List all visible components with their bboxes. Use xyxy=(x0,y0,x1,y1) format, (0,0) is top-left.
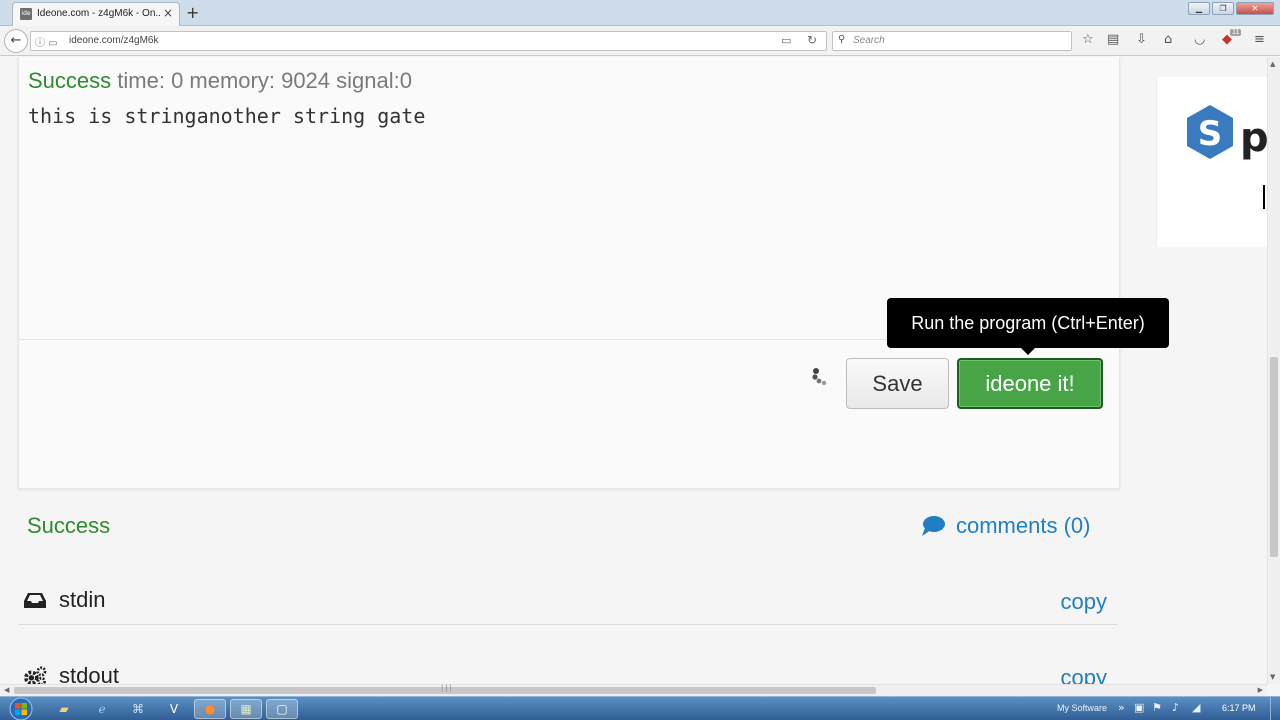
taskbar-window-icon[interactable]: ▢ xyxy=(266,699,298,719)
sidebar-advertisement[interactable]: S p xyxy=(1156,77,1267,247)
site-info-icon[interactable]: ⓘ ▭ xyxy=(35,34,58,49)
tray-volume-icon[interactable]: ♪ xyxy=(1172,701,1179,714)
maximize-window-button[interactable]: ❐ xyxy=(1212,2,1234,15)
text-cursor xyxy=(1263,185,1265,209)
save-button[interactable]: Save xyxy=(846,358,949,409)
browser-nav-bar: ← ⓘ ▭ ideone.com/z4gM6k ▭ ↻ ⚲ Search ☆ ▤… xyxy=(0,26,1280,56)
tray-expand-icon[interactable]: » xyxy=(1118,701,1125,714)
tray-device-icon[interactable]: ▣ xyxy=(1134,701,1144,714)
taskbar-firefox-icon[interactable]: ● xyxy=(194,699,226,719)
addon-notification-badge: 11 xyxy=(1230,29,1242,36)
scroll-down-arrow-icon[interactable]: ▼ xyxy=(1270,673,1275,681)
speech-bubble-icon xyxy=(922,516,945,536)
svg-text:S: S xyxy=(1198,114,1223,154)
stdin-copy-link[interactable]: copy xyxy=(1061,589,1107,615)
reading-list-icon[interactable]: ▤ xyxy=(1107,32,1119,47)
back-button[interactable]: ← xyxy=(4,29,28,53)
close-window-button[interactable]: ✕ xyxy=(1236,2,1274,15)
address-bar[interactable]: ⓘ ▭ ideone.com/z4gM6k ▭ ↻ xyxy=(30,31,827,51)
menu-hamburger-icon[interactable]: ≡ xyxy=(1254,32,1265,47)
stdin-section: stdin copy xyxy=(18,577,1118,625)
submission-status: Success xyxy=(27,513,111,538)
stdin-label: stdin xyxy=(59,587,106,612)
run-program-button[interactable]: ideone it! xyxy=(957,358,1103,409)
new-tab-button[interactable]: + xyxy=(186,3,199,22)
address-bar-url[interactable]: ideone.com/z4gM6k xyxy=(69,35,159,46)
pocket-icon[interactable]: ◡ xyxy=(1194,32,1205,47)
window-controls: ▁ ❐ ✕ xyxy=(1188,2,1274,15)
result-panel: Success time: 0 memory: 9024 signal:0 th… xyxy=(18,57,1120,489)
sphere-engine-logo-icon: S xyxy=(1187,105,1233,159)
comments-label[interactable]: comments (0) xyxy=(956,513,1090,539)
minimize-window-button[interactable]: ▁ xyxy=(1188,2,1210,15)
scroll-left-arrow-icon[interactable]: ◀ xyxy=(4,686,9,694)
tray-network-signal-icon[interactable]: ◢ xyxy=(1192,701,1200,714)
horizontal-scrollbar[interactable]: ◀ ||| ▶ xyxy=(0,684,1267,696)
search-placeholder: Search xyxy=(853,35,885,46)
tab-close-icon[interactable]: × xyxy=(163,6,173,20)
result-status-line: Success time: 0 memory: 9024 signal:0 xyxy=(28,68,412,94)
tray-my-software-label[interactable]: My Software xyxy=(1057,703,1107,713)
stdout-section: stdout copy xyxy=(18,653,1118,684)
downloads-icon[interactable]: ⇩ xyxy=(1136,32,1147,47)
scroll-grip-icon: ||| xyxy=(440,684,453,692)
inbox-icon xyxy=(24,593,46,608)
search-icon: ⚲ xyxy=(838,34,846,45)
run-tooltip: Run the program (Ctrl+Enter) xyxy=(887,298,1169,348)
taskbar-files-icon[interactable]: ▦ xyxy=(230,699,262,719)
start-button-windows-icon[interactable] xyxy=(6,697,36,720)
search-bar[interactable]: ⚲ Search xyxy=(832,31,1072,51)
windows-taskbar: ▰ ℯ ⌘ V ● ▦ ▢ My Software » ▣ ⚑ ♪ ◢ 6:17… xyxy=(0,696,1280,720)
program-output: this is stringanother string gate xyxy=(28,104,426,128)
scroll-up-arrow-icon[interactable]: ▲ xyxy=(1270,60,1275,68)
taskbar-internet-explorer-icon[interactable]: ℯ xyxy=(86,699,118,719)
taskbar-clock[interactable]: 6:17 PM xyxy=(1222,703,1256,713)
result-meta: time: 0 memory: 9024 signal:0 xyxy=(117,68,412,93)
stdout-label: stdout xyxy=(59,663,119,684)
bookmark-star-icon[interactable]: ☆ xyxy=(1082,32,1094,47)
stdout-copy-link[interactable]: copy xyxy=(1061,665,1107,684)
loading-spinner-icon xyxy=(812,368,827,386)
result-status: Success xyxy=(28,68,112,93)
taskbar-explorer-icon[interactable]: ▰ xyxy=(48,699,80,719)
tooltip-arrow xyxy=(1021,348,1035,355)
home-icon[interactable]: ⌂ xyxy=(1164,32,1172,47)
browser-tab-bar: ide Ideone.com - z4gM6k - On... × + ▁ ❐ … xyxy=(0,0,1280,26)
taskbar-vs-code-icon[interactable]: V xyxy=(158,699,190,719)
gears-icon xyxy=(24,666,47,684)
taskbar-network-icon[interactable]: ⌘ xyxy=(122,699,154,719)
ad-logo-text: p xyxy=(1240,115,1267,161)
page-viewport: Success time: 0 memory: 9024 signal:0 th… xyxy=(0,57,1267,684)
reader-view-icon[interactable]: ▭ xyxy=(781,34,791,47)
comments-link[interactable]: comments (0) xyxy=(920,513,1090,539)
tray-flag-icon[interactable]: ⚑ xyxy=(1152,701,1162,714)
tab-title: Ideone.com - z4gM6k - On... xyxy=(37,8,161,19)
ideone-favicon-icon: ide xyxy=(20,8,32,20)
show-desktop-button[interactable] xyxy=(1270,697,1280,720)
browser-tab-ideone[interactable]: ide Ideone.com - z4gM6k - On... × xyxy=(12,2,180,26)
reload-icon[interactable]: ↻ xyxy=(807,33,817,47)
vertical-scroll-thumb[interactable] xyxy=(1270,357,1278,557)
scroll-right-arrow-icon[interactable]: ▶ xyxy=(1258,686,1263,694)
vertical-scrollbar[interactable]: ▲ ▼ xyxy=(1267,57,1280,684)
